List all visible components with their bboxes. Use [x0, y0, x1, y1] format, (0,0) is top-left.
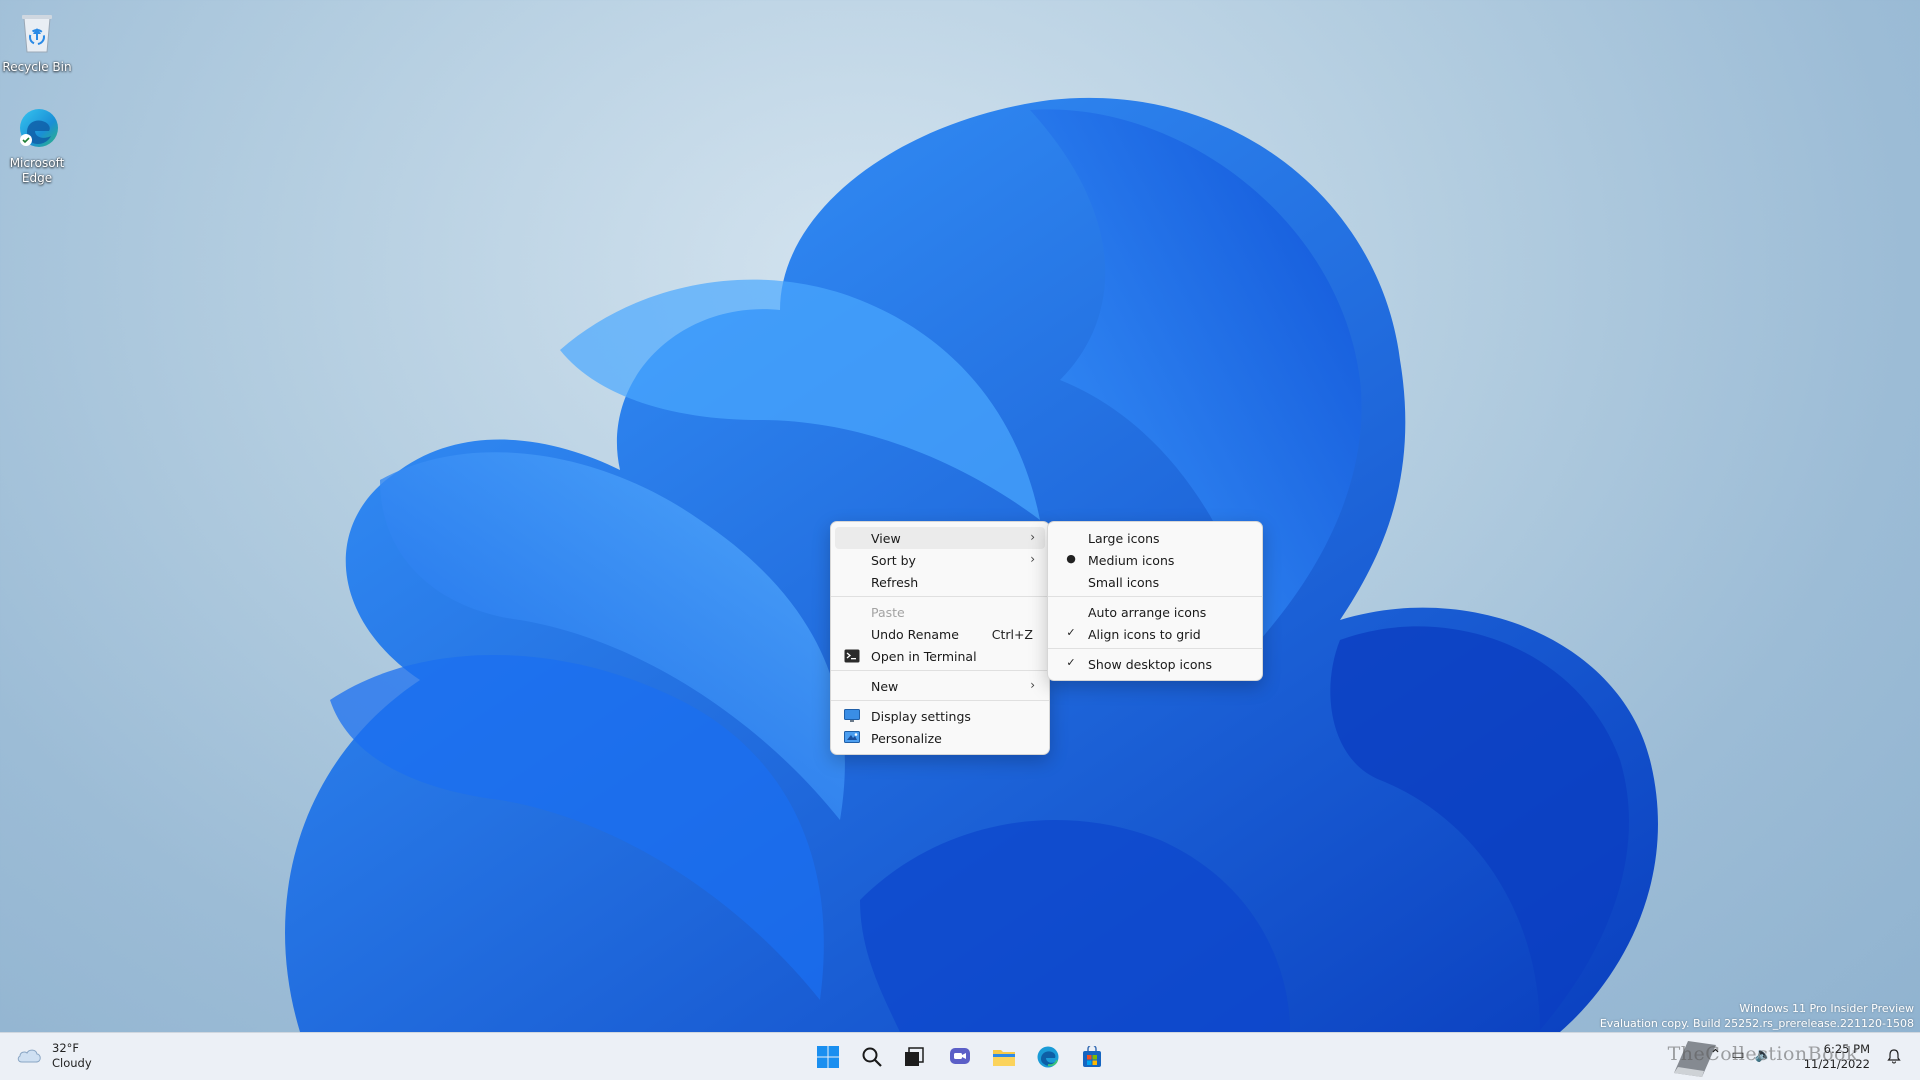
menu-item-personalize[interactable]: Personalize — [835, 727, 1045, 749]
chat-icon — [950, 1048, 970, 1064]
store-button[interactable] — [1076, 1041, 1108, 1073]
store-icon — [1083, 1046, 1101, 1067]
submenu-item-auto-arrange-icons[interactable]: Auto arrange icons — [1052, 601, 1258, 623]
file-explorer-button[interactable] — [988, 1041, 1020, 1073]
menu-item-open-in-terminal[interactable]: Open in Terminal — [835, 645, 1045, 667]
bullet-icon: ● — [1066, 552, 1076, 565]
menu-separator — [1048, 648, 1262, 649]
menu-separator — [831, 596, 1049, 597]
menu-item-undo-rename[interactable]: Undo Rename Ctrl+Z — [835, 623, 1045, 645]
start-icon — [817, 1046, 839, 1068]
watermark-line: Windows 11 Pro Insider Preview — [1739, 1002, 1914, 1015]
desktop-icon-label: Microsoft Edge — [9, 156, 65, 185]
evaluation-watermark: Windows 11 Pro Insider Preview Evaluatio… — [1600, 1001, 1914, 1031]
clock-time: 6:25 PM — [1823, 1042, 1870, 1056]
menu-item-paste[interactable]: Paste — [835, 601, 1045, 623]
file-explorer-icon — [993, 1050, 1015, 1066]
task-view-button[interactable] — [898, 1041, 930, 1073]
menu-separator — [1048, 596, 1262, 597]
personalize-icon — [844, 731, 860, 745]
edge-icon — [1037, 1046, 1059, 1068]
submenu-item-align-icons-to-grid[interactable]: ✓ Align icons to grid — [1052, 623, 1258, 645]
edge-taskbar-button[interactable] — [1032, 1041, 1064, 1073]
menu-item-sort-by[interactable]: Sort by › — [835, 549, 1045, 571]
watermark-line: Evaluation copy. Build 25252.rs_prerelea… — [1599, 1017, 1914, 1030]
desktop-icon-label: Recycle Bin — [2, 60, 72, 74]
menu-separator — [831, 700, 1049, 701]
clock[interactable]: 6:25 PM 11/21/2022 — [1804, 1042, 1870, 1072]
recycle-bin-icon — [13, 8, 61, 56]
checkmark-icon: ✓ — [1066, 656, 1076, 669]
weather-condition: Cloudy — [52, 1056, 92, 1070]
menu-item-view[interactable]: View › — [835, 527, 1045, 549]
edge-icon — [13, 104, 61, 152]
weather-widget[interactable]: 32°F Cloudy — [16, 1041, 92, 1071]
taskbar: 32°F Cloudy ⌃ ▭ 🔈 TheCollectionBook 6:25… — [0, 1032, 1920, 1080]
chevron-right-icon: › — [1030, 552, 1035, 566]
desktop-wallpaper — [285, 97, 1658, 1032]
submenu-item-large-icons[interactable]: Large icons — [1052, 527, 1258, 549]
display-icon — [844, 709, 860, 723]
notification-icon[interactable] — [1886, 1048, 1902, 1067]
chevron-right-icon: › — [1030, 678, 1035, 692]
menu-separator — [831, 670, 1049, 671]
desktop-context-menu: View › Sort by › Refresh Paste Undo Rena… — [830, 521, 1050, 755]
submenu-item-medium-icons[interactable]: ● Medium icons — [1052, 549, 1258, 571]
menu-item-display-settings[interactable]: Display settings — [835, 705, 1045, 727]
desktop-icon-microsoft-edge[interactable]: Microsoft Edge — [0, 104, 75, 186]
clock-date: 11/21/2022 — [1803, 1057, 1870, 1071]
submenu-item-show-desktop-icons[interactable]: ✓ Show desktop icons — [1052, 653, 1258, 675]
view-submenu: Large icons ● Medium icons Small icons A… — [1047, 521, 1263, 681]
chat-button[interactable] — [944, 1041, 976, 1073]
desktop-icon-recycle-bin[interactable]: Recycle Bin — [0, 8, 75, 75]
submenu-item-small-icons[interactable]: Small icons — [1052, 571, 1258, 593]
menu-item-new[interactable]: New › — [835, 675, 1045, 697]
checkmark-icon: ✓ — [1066, 626, 1076, 639]
menu-shortcut: Ctrl+Z — [991, 626, 1033, 642]
chevron-right-icon: › — [1030, 530, 1035, 544]
start-button[interactable] — [812, 1041, 844, 1073]
menu-item-refresh[interactable]: Refresh — [835, 571, 1045, 593]
terminal-icon — [844, 649, 860, 663]
search-icon — [862, 1047, 882, 1067]
weather-temp: 32°F — [52, 1041, 79, 1055]
task-view-icon — [905, 1047, 924, 1066]
cloud-icon — [16, 1046, 42, 1067]
search-button[interactable] — [856, 1041, 888, 1073]
